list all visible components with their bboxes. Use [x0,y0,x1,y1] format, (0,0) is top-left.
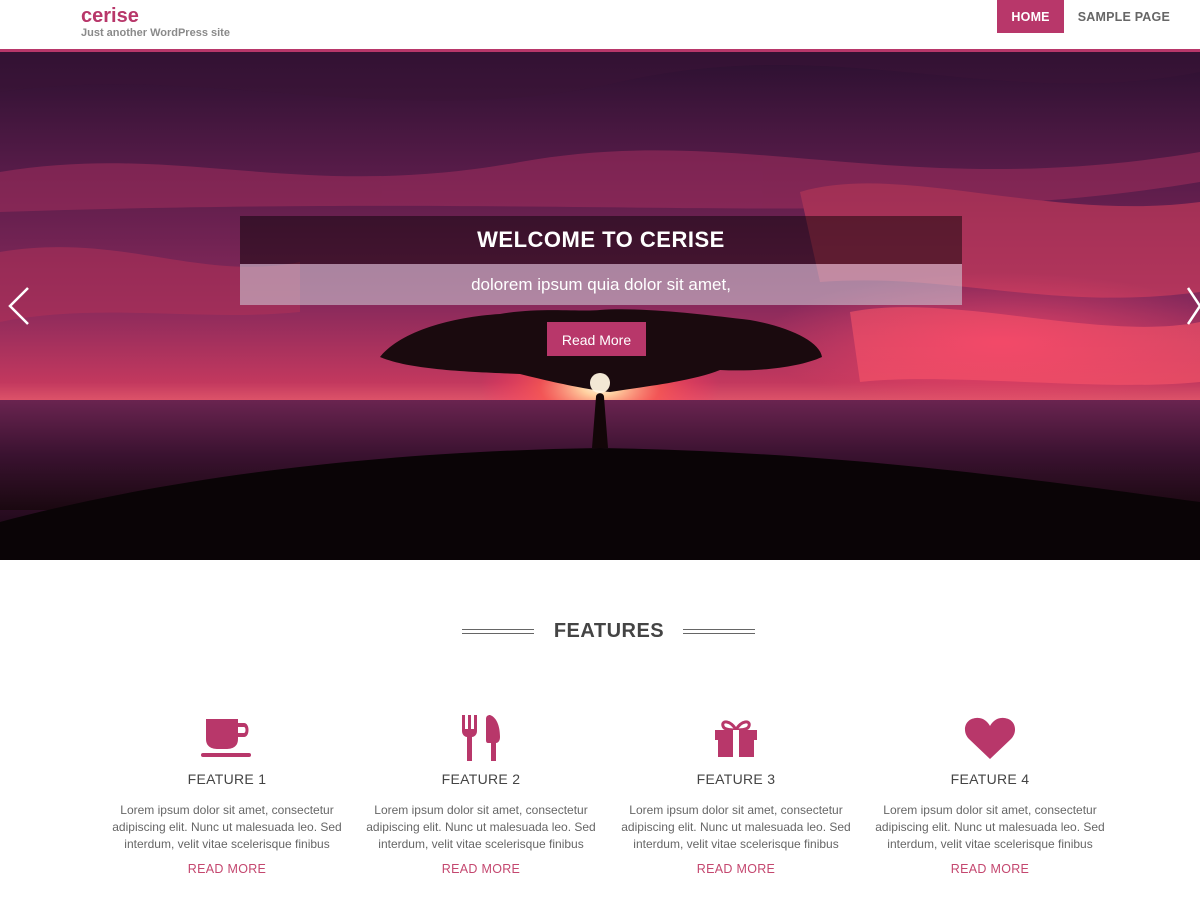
feature-description: Lorem ipsum dolor sit amet, consectetur … [112,803,342,851]
slider-prev-button[interactable] [4,286,34,326]
feature-card-2: FEATURE 2 Lorem ipsum dolor sit amet, co… [361,712,601,876]
chevron-left-icon [8,287,29,325]
hero-background-image [0,52,1200,560]
primary-nav: HOME SAMPLE PAGE [997,0,1184,33]
feature-card-3: FEATURE 3 Lorem ipsum dolor sit amet, co… [616,712,856,876]
feature-description: Lorem ipsum dolor sit amet, consectetur … [366,803,596,851]
heading-divider-right [683,629,755,634]
feature-card-4: FEATURE 4 Lorem ipsum dolor sit amet, co… [870,712,1110,876]
feature-description: Lorem ipsum dolor sit amet, consectetur … [875,803,1105,851]
nav-item-home[interactable]: HOME [997,0,1064,33]
feature-title: FEATURE 4 [950,771,1030,787]
feature-title: FEATURE 1 [187,771,267,787]
slide-title: WELCOME TO CERISE [240,216,962,264]
coffee-cup-icon [107,712,347,764]
site-header: cerise Just another WordPress site HOME … [0,0,1200,52]
feature-title: FEATURE 2 [441,771,521,787]
slide-read-more-button[interactable]: Read More [547,322,646,356]
feature-read-more-link[interactable]: READ MORE [361,862,601,876]
chevron-right-icon [1186,287,1200,325]
slider-next-button[interactable] [1182,286,1200,326]
heading-divider-left [462,629,534,634]
feature-read-more-link[interactable]: READ MORE [107,862,347,876]
feature-read-more-link[interactable]: READ MORE [616,862,856,876]
site-title-link[interactable]: cerise [81,5,230,27]
site-branding: cerise Just another WordPress site [81,5,230,39]
feature-description: Lorem ipsum dolor sit amet, consectetur … [621,803,851,851]
cutlery-icon [361,712,601,764]
hero-slider: WELCOME TO CERISE dolorem ipsum quia dol… [0,52,1200,560]
slide-subtitle: dolorem ipsum quia dolor sit amet, [240,264,962,305]
features-heading: FEATURES [0,618,1200,646]
feature-card-1: FEATURE 1 Lorem ipsum dolor sit amet, co… [107,712,347,876]
nav-item-sample-page[interactable]: SAMPLE PAGE [1064,0,1184,33]
gift-icon [616,712,856,764]
features-heading-text: FEATURES [553,620,665,642]
feature-read-more-link[interactable]: READ MORE [870,862,1110,876]
feature-title: FEATURE 3 [696,771,776,787]
site-tagline: Just another WordPress site [81,27,230,39]
heart-icon [870,712,1110,764]
